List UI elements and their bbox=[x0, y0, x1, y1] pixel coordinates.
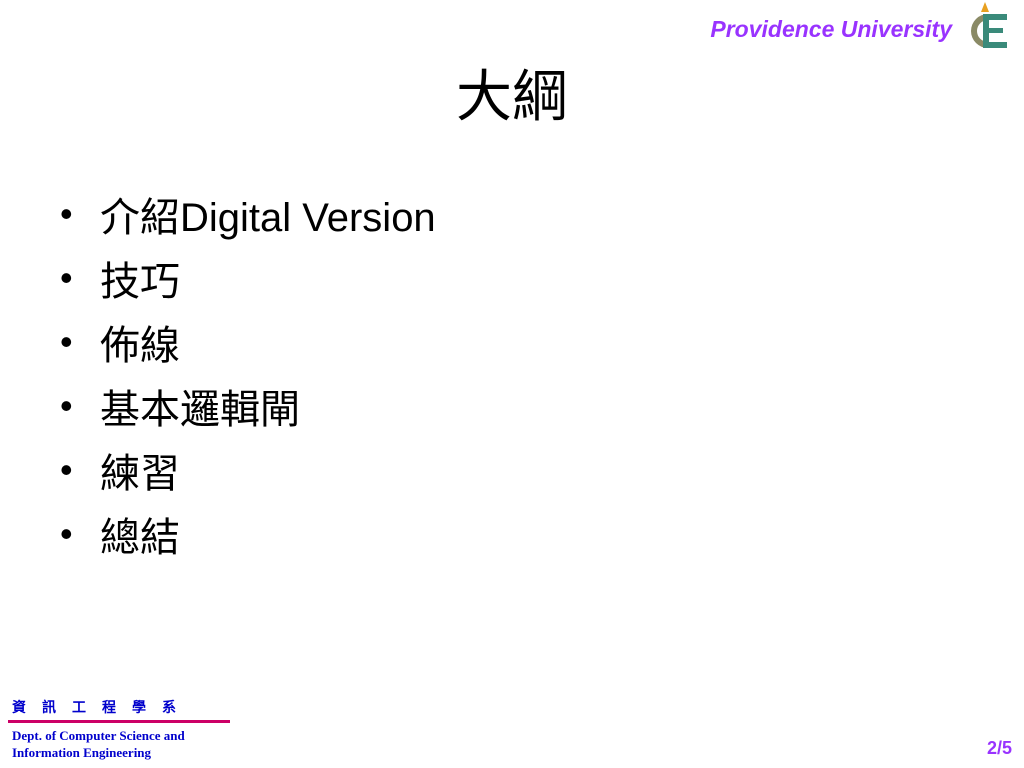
bullet-text: 練習 bbox=[100, 452, 180, 496]
bullet-marker: • bbox=[60, 385, 73, 426]
bullet-text: 總結 bbox=[100, 516, 180, 560]
bullet-item-3: • 佈線 bbox=[60, 310, 436, 374]
slide: Providence University 大綱 • 介紹Digital Ver… bbox=[0, 0, 1024, 768]
bullet-marker: • bbox=[60, 257, 73, 298]
bullet-marker: • bbox=[60, 193, 73, 234]
bullet-item-6: • 總結 bbox=[60, 502, 436, 566]
department-chinese: 資 訊 工 程 學 系 bbox=[12, 700, 177, 716]
footer-divider bbox=[8, 720, 230, 723]
bullet-item-1: • 介紹Digital Version bbox=[60, 182, 436, 246]
page-number: 2/5 bbox=[986, 738, 1012, 758]
logo-flame bbox=[981, 2, 989, 12]
bullet-text: 介紹Digital Version bbox=[100, 196, 436, 240]
bullet-item-2: • 技巧 bbox=[60, 246, 436, 310]
logo-e-bottom bbox=[983, 42, 1007, 48]
university-logo-icon bbox=[971, 2, 1007, 48]
bullet-item-4: • 基本邏輯閘 bbox=[60, 374, 436, 438]
bullet-text: 基本邏輯閘 bbox=[100, 388, 300, 432]
bullet-marker: • bbox=[60, 449, 73, 490]
bullet-text: 佈線 bbox=[100, 324, 180, 368]
department-english: Dept. of Computer Science and Informatio… bbox=[12, 727, 185, 761]
bullet-item-5: • 練習 bbox=[60, 438, 436, 502]
slide-title: 大綱 bbox=[456, 65, 568, 130]
department-english-line-2: Information Engineering bbox=[12, 745, 152, 760]
bullet-list: • 介紹Digital Version • 技巧 • 佈線 • 基本邏輯閘 • … bbox=[60, 182, 436, 566]
bullet-marker: • bbox=[60, 321, 73, 362]
logo-e-mid bbox=[983, 28, 1003, 33]
bullet-marker: • bbox=[60, 513, 73, 554]
logo-e-top bbox=[983, 14, 1007, 20]
bullet-text: 技巧 bbox=[100, 260, 180, 304]
department-english-line-1: Dept. of Computer Science and bbox=[12, 728, 185, 743]
university-name: Providence University bbox=[710, 16, 952, 42]
